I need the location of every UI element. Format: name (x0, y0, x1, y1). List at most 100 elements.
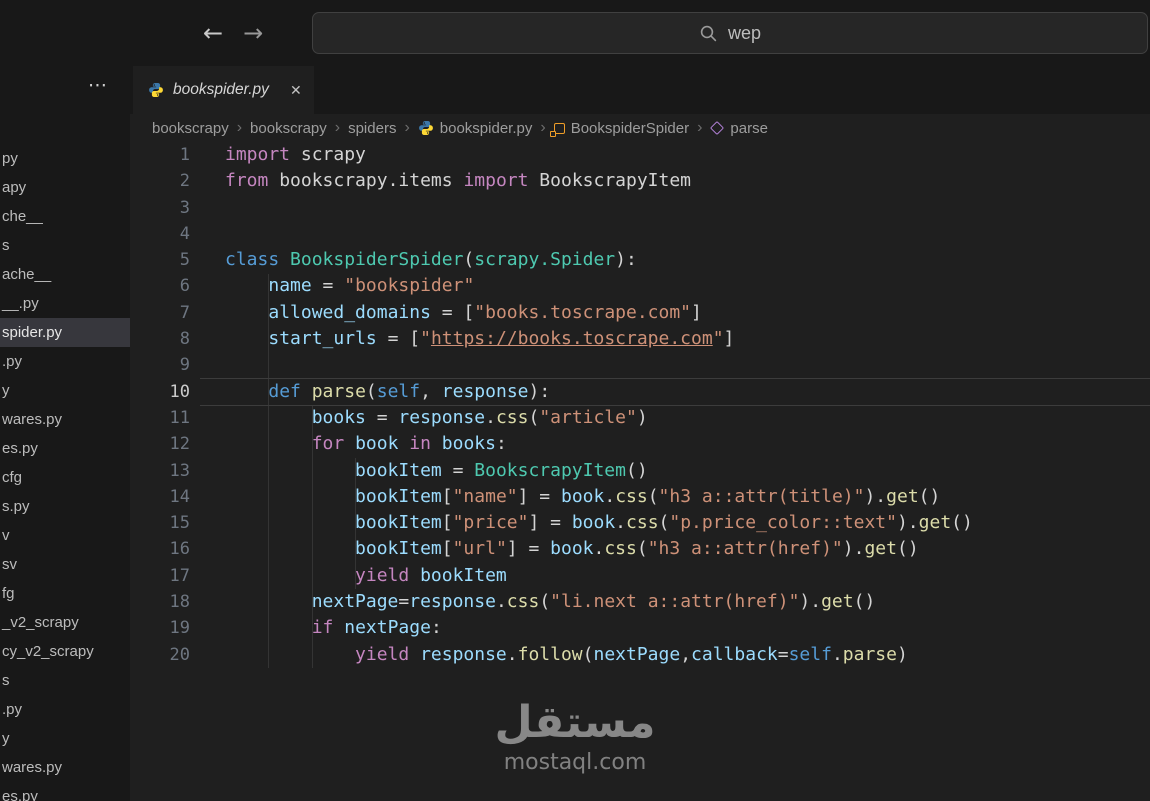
code-line-6[interactable]: 6 name = "bookspider" (130, 273, 1150, 299)
code-text: nextPage=response.css("li.next a::attr(h… (190, 589, 875, 615)
code-line-12[interactable]: 12 for book in books: (130, 431, 1150, 457)
code-line-9[interactable]: 9 (130, 352, 1150, 378)
breadcrumb-label: BookspiderSpider (571, 120, 689, 137)
code-line-11[interactable]: 11 books = response.css("article") (130, 405, 1150, 431)
sidebar-item-15[interactable]: fg (0, 579, 130, 608)
code-line-19[interactable]: 19 if nextPage: (130, 615, 1150, 641)
sidebar-item-11[interactable]: cfg (0, 463, 130, 492)
breadcrumb-item-2[interactable]: spiders (348, 120, 396, 137)
code-line-7[interactable]: 7 allowed_domains = ["books.toscrape.com… (130, 300, 1150, 326)
code-text: class BookspiderSpider(scrapy.Spider): (190, 247, 637, 273)
breadcrumb-label: spiders (348, 120, 396, 137)
code-line-20[interactable]: 20 yield response.follow(nextPage,callba… (130, 642, 1150, 668)
breadcrumb-label: bookspider.py (440, 120, 533, 137)
code-line-3[interactable]: 3 (130, 195, 1150, 221)
breadcrumb-item-5[interactable]: parse (710, 120, 768, 137)
chevron-right-icon: › (335, 119, 340, 137)
sidebar-item-17[interactable]: cy_v2_scrapy (0, 637, 130, 666)
line-number: 5 (130, 247, 190, 273)
tab-bar: bookspider.py ✕ (130, 66, 1150, 114)
code-text: for book in books: (190, 431, 507, 457)
code-line-18[interactable]: 18 nextPage=response.css("li.next a::att… (130, 589, 1150, 615)
search-value: wep (728, 23, 761, 44)
sidebar-item-14[interactable]: sv (0, 550, 130, 579)
code-line-4[interactable]: 4 (130, 221, 1150, 247)
sidebar-item-20[interactable]: y (0, 724, 130, 753)
chevron-right-icon: › (237, 119, 242, 137)
sidebar-item-2[interactable]: che__ (0, 202, 130, 231)
sidebar-item-6[interactable]: spider.py (0, 318, 130, 347)
sidebar-item-0[interactable]: py (0, 144, 130, 173)
line-number: 18 (130, 589, 190, 615)
code-line-8[interactable]: 8 start_urls = ["https://books.toscrape.… (130, 326, 1150, 352)
sidebar-item-22[interactable]: es.py (0, 782, 130, 801)
code-line-16[interactable]: 16 bookItem["url"] = book.css("h3 a::att… (130, 536, 1150, 562)
code-line-10[interactable]: 10 def parse(self, response): (130, 379, 1150, 405)
code-text: if nextPage: (190, 615, 442, 641)
sidebar-item-7[interactable]: .py (0, 347, 130, 376)
code-text: allowed_domains = ["books.toscrape.com"] (190, 300, 702, 326)
line-number: 12 (130, 431, 190, 457)
tab-bookspider-py[interactable]: bookspider.py ✕ (133, 66, 314, 114)
code-text: bookItem["name"] = book.css("h3 a::attr(… (190, 484, 940, 510)
line-number: 13 (130, 458, 190, 484)
code-line-5[interactable]: 5class BookspiderSpider(scrapy.Spider): (130, 247, 1150, 273)
nav-history: ← → (203, 0, 263, 66)
search-icon (699, 24, 718, 43)
code-text: books = response.css("article") (190, 405, 648, 431)
line-number: 10 (130, 379, 190, 405)
breadcrumb-item-3[interactable]: bookspider.py (418, 120, 533, 137)
sidebar-item-4[interactable]: ache__ (0, 260, 130, 289)
forward-arrow-icon[interactable]: → (243, 21, 263, 45)
code-text: bookItem = BookscrapyItem() (190, 458, 648, 484)
editor: bookscrapy › bookscrapy › spiders › bookspider… (130, 114, 1150, 801)
sidebar-item-10[interactable]: es.py (0, 434, 130, 463)
line-number: 15 (130, 510, 190, 536)
line-number: 8 (130, 326, 190, 352)
code-text (190, 195, 225, 221)
chevron-right-icon: › (404, 119, 409, 137)
sidebar-item-5[interactable]: __.py (0, 289, 130, 318)
sidebar-item-21[interactable]: wares.py (0, 753, 130, 782)
code-line-14[interactable]: 14 bookItem["name"] = book.css("h3 a::at… (130, 484, 1150, 510)
sidebar-item-18[interactable]: s (0, 666, 130, 695)
breadcrumb-item-0[interactable]: bookscrapy (152, 120, 229, 137)
sidebar-item-16[interactable]: _v2_scrapy (0, 608, 130, 637)
line-number: 14 (130, 484, 190, 510)
breadcrumb-label: bookscrapy (152, 120, 229, 137)
breadcrumb-label: parse (730, 120, 768, 137)
breadcrumb-item-4[interactable]: BookspiderSpider (554, 120, 689, 137)
back-arrow-icon[interactable]: ← (203, 21, 223, 45)
sidebar-item-12[interactable]: s.py (0, 492, 130, 521)
code-text (190, 221, 225, 247)
line-number: 6 (130, 273, 190, 299)
more-actions-icon[interactable]: ⋯ (88, 74, 108, 97)
sidebar-item-3[interactable]: s (0, 231, 130, 260)
chevron-right-icon: › (540, 119, 545, 137)
line-number: 20 (130, 642, 190, 668)
sidebar-item-19[interactable]: .py (0, 695, 130, 724)
code-area[interactable]: 1import scrapy2from bookscrapy.items imp… (130, 142, 1150, 801)
line-number: 3 (130, 195, 190, 221)
python-file-icon (148, 82, 164, 98)
sidebar-item-13[interactable]: v (0, 521, 130, 550)
command-center-search[interactable]: wep (312, 12, 1148, 54)
code-text: bookItem["price"] = book.css("p.price_co… (190, 510, 973, 536)
code-line-13[interactable]: 13 bookItem = BookscrapyItem() (130, 458, 1150, 484)
code-line-15[interactable]: 15 bookItem["price"] = book.css("p.price… (130, 510, 1150, 536)
code-text: yield bookItem (190, 563, 507, 589)
breadcrumb-label: bookscrapy (250, 120, 327, 137)
code-line-1[interactable]: 1import scrapy (130, 142, 1150, 168)
line-number: 2 (130, 168, 190, 194)
chevron-right-icon: › (697, 119, 702, 137)
close-tab-icon[interactable]: ✕ (290, 82, 302, 99)
line-number: 19 (130, 615, 190, 641)
sidebar-item-9[interactable]: wares.py (0, 405, 130, 434)
code-line-2[interactable]: 2from bookscrapy.items import Bookscrapy… (130, 168, 1150, 194)
breadcrumb-item-1[interactable]: bookscrapy (250, 120, 327, 137)
code-line-17[interactable]: 17 yield bookItem (130, 563, 1150, 589)
titlebar: ← → wep (0, 0, 1150, 66)
sidebar-item-1[interactable]: apy (0, 173, 130, 202)
sidebar-item-8[interactable]: y (0, 376, 130, 405)
python-icon (418, 120, 434, 136)
